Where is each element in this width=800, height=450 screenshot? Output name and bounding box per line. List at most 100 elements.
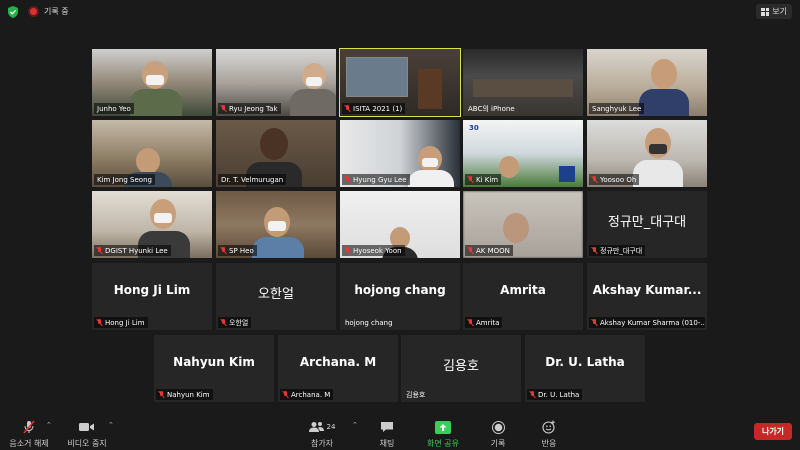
participant-display-name: 오한얼 [258, 287, 294, 302]
muted-mic-icon [592, 176, 598, 183]
participant-tile[interactable]: 김용호 김용호 [401, 335, 521, 402]
reactions-label: 반응 [541, 439, 557, 448]
participant-name-label: 오한얼 [218, 317, 252, 328]
view-button[interactable]: 보기 [756, 4, 792, 19]
participants-button[interactable]: 24 참가자 [295, 420, 349, 449]
participants-label: 참가자 [310, 439, 334, 448]
participant-display-name: 정규만_대구대 [607, 215, 687, 230]
unmute-label: 음소거 해제 [9, 439, 49, 448]
muted-mic-icon [345, 247, 351, 254]
participant-tile[interactable]: 30 Ki Kim [463, 120, 583, 187]
participant-name-label: Junho Yeo [94, 103, 134, 114]
participant-tile[interactable]: Archana. M Archana. M [278, 335, 398, 402]
recording-label: 기록 중 [44, 7, 69, 16]
participant-display-name: Archana. M [299, 355, 377, 369]
stop-video-label: 비디오 중지 [67, 439, 107, 448]
participant-name-label: Archana. M [280, 389, 334, 400]
participant-display-name: hojong chang [354, 283, 446, 297]
stop-video-button[interactable]: 비디오 중지 [60, 420, 114, 449]
participant-display-name: Nahyun Kim [173, 355, 255, 369]
chat-bubble-icon [381, 422, 393, 432]
participant-tile[interactable]: Akshay Kumar... Akshay Kumar Sharma (010… [587, 263, 707, 330]
audio-options-chevron-icon[interactable]: ⌃ [46, 421, 52, 429]
security-shield-icon[interactable] [7, 6, 19, 18]
smiley-reaction-icon [542, 420, 555, 434]
participant-name-label: Hyoseok Yoon [342, 245, 405, 256]
leave-meeting-button[interactable]: 나가기 [754, 423, 792, 440]
view-label: 보기 [772, 7, 787, 16]
participant-tile[interactable]: ISITA 2021 (1) [339, 48, 461, 117]
gallery-view-icon [761, 7, 770, 16]
participant-name-label: Hong Ji Lim [94, 317, 148, 328]
reactions-button[interactable]: 반응 [522, 420, 576, 449]
share-screen-arrow-icon [435, 420, 451, 434]
participant-name-label: Hyung Gyu Lee [342, 174, 410, 185]
meeting-toolbar: 음소거 해제 ⌃ 비디오 중지 ⌃ 24 참가자 ⌃ 채팅 화면 공유 기록 반… [0, 414, 800, 450]
muted-mic-icon [592, 247, 598, 254]
share-screen-label: 화면 공유 [427, 439, 459, 448]
participant-tile[interactable]: Amrita Amrita [463, 263, 583, 330]
participant-name-label: 정규만_대구대 [589, 245, 646, 256]
participant-tile[interactable]: Nahyun Kim Nahyun Kim [154, 335, 274, 402]
participant-name-label: Ryu Jeong Tak [218, 103, 281, 114]
chat-label: 채팅 [379, 439, 395, 448]
muted-mic-icon [468, 319, 474, 326]
chat-button[interactable]: 채팅 [360, 420, 414, 449]
participant-tile[interactable]: Sanghyuk Lee [587, 49, 707, 116]
participant-tile[interactable]: ABC의 iPhone [463, 49, 583, 116]
participants-options-chevron-icon[interactable]: ⌃ [352, 421, 358, 429]
record-label: 기록 [490, 439, 506, 448]
participant-tile[interactable]: hojong chang hojong chang [340, 263, 460, 330]
muted-mic-icon [530, 391, 536, 398]
muted-mic-icon [221, 247, 227, 254]
participant-tile[interactable]: Dr. U. Latha Dr. U. Latha [525, 335, 645, 402]
participant-tile[interactable]: Yoosoo Oh [587, 120, 707, 187]
logo-badge: 30 [469, 124, 479, 132]
muted-mic-icon [221, 105, 227, 112]
participant-tile[interactable]: Ryu Jeong Tak [216, 49, 336, 116]
participant-display-name: 김용호 [443, 359, 479, 374]
muted-mic-icon [345, 105, 351, 112]
participant-name-label: Dr. T. Velmurugan [218, 174, 287, 185]
participant-name-label: DGIST Hyunki Lee [94, 245, 171, 256]
participant-count: 24 [326, 423, 336, 431]
participant-name-label: ISITA 2021 (1) [342, 103, 406, 114]
participant-name-label: Akshay Kumar Sharma (010-... [589, 317, 705, 328]
participants-icon [308, 422, 324, 432]
participant-tile[interactable]: DGIST Hyunki Lee [92, 191, 212, 258]
muted-mic-icon [345, 176, 351, 183]
participant-name-label: Sanghyuk Lee [589, 103, 645, 114]
participant-tile[interactable]: Hyoseok Yoon [340, 191, 460, 258]
participant-display-name: Amrita [500, 283, 546, 297]
muted-microphone-icon [23, 420, 35, 434]
muted-mic-icon [592, 319, 598, 326]
participant-tile[interactable]: Junho Yeo [92, 49, 212, 116]
participant-tile[interactable]: 정규만_대구대 정규만_대구대 [587, 191, 707, 258]
record-icon [491, 420, 505, 434]
muted-mic-icon [97, 319, 103, 326]
participant-tile[interactable]: AK MOON [463, 191, 583, 258]
participant-tile[interactable]: SP Heo [216, 191, 336, 258]
participant-name-label: 김용호 [406, 390, 426, 399]
video-options-chevron-icon[interactable]: ⌃ [108, 421, 114, 429]
share-screen-button[interactable]: 화면 공유 [416, 420, 470, 449]
participant-name-label: Amrita [465, 317, 503, 328]
participant-tile[interactable]: Dr. T. Velmurugan [216, 120, 336, 187]
participant-tile[interactable]: Hong Ji Lim Hong Ji Lim [92, 263, 212, 330]
participant-name-label: Yoosoo Oh [589, 174, 640, 185]
muted-mic-icon [468, 176, 474, 183]
muted-mic-icon [468, 247, 474, 254]
participant-display-name: Akshay Kumar... [592, 283, 702, 297]
participant-name-label: hojong chang [345, 318, 393, 327]
video-camera-icon [79, 423, 94, 431]
participant-name-label: SP Heo [218, 245, 257, 256]
participant-name-label: Nahyun Kim [156, 389, 213, 400]
participant-tile[interactable]: 오한얼 오한얼 [216, 263, 336, 330]
recording-icon[interactable] [28, 6, 39, 17]
participant-tile[interactable]: Kim Jong Seong [92, 120, 212, 187]
participant-name-label: Dr. U. Latha [527, 389, 583, 400]
record-button[interactable]: 기록 [471, 420, 525, 449]
participant-name-label: ABC의 iPhone [468, 104, 515, 113]
participant-name-label: Kim Jong Seong [94, 174, 155, 185]
participant-tile[interactable]: Hyung Gyu Lee [340, 120, 460, 187]
